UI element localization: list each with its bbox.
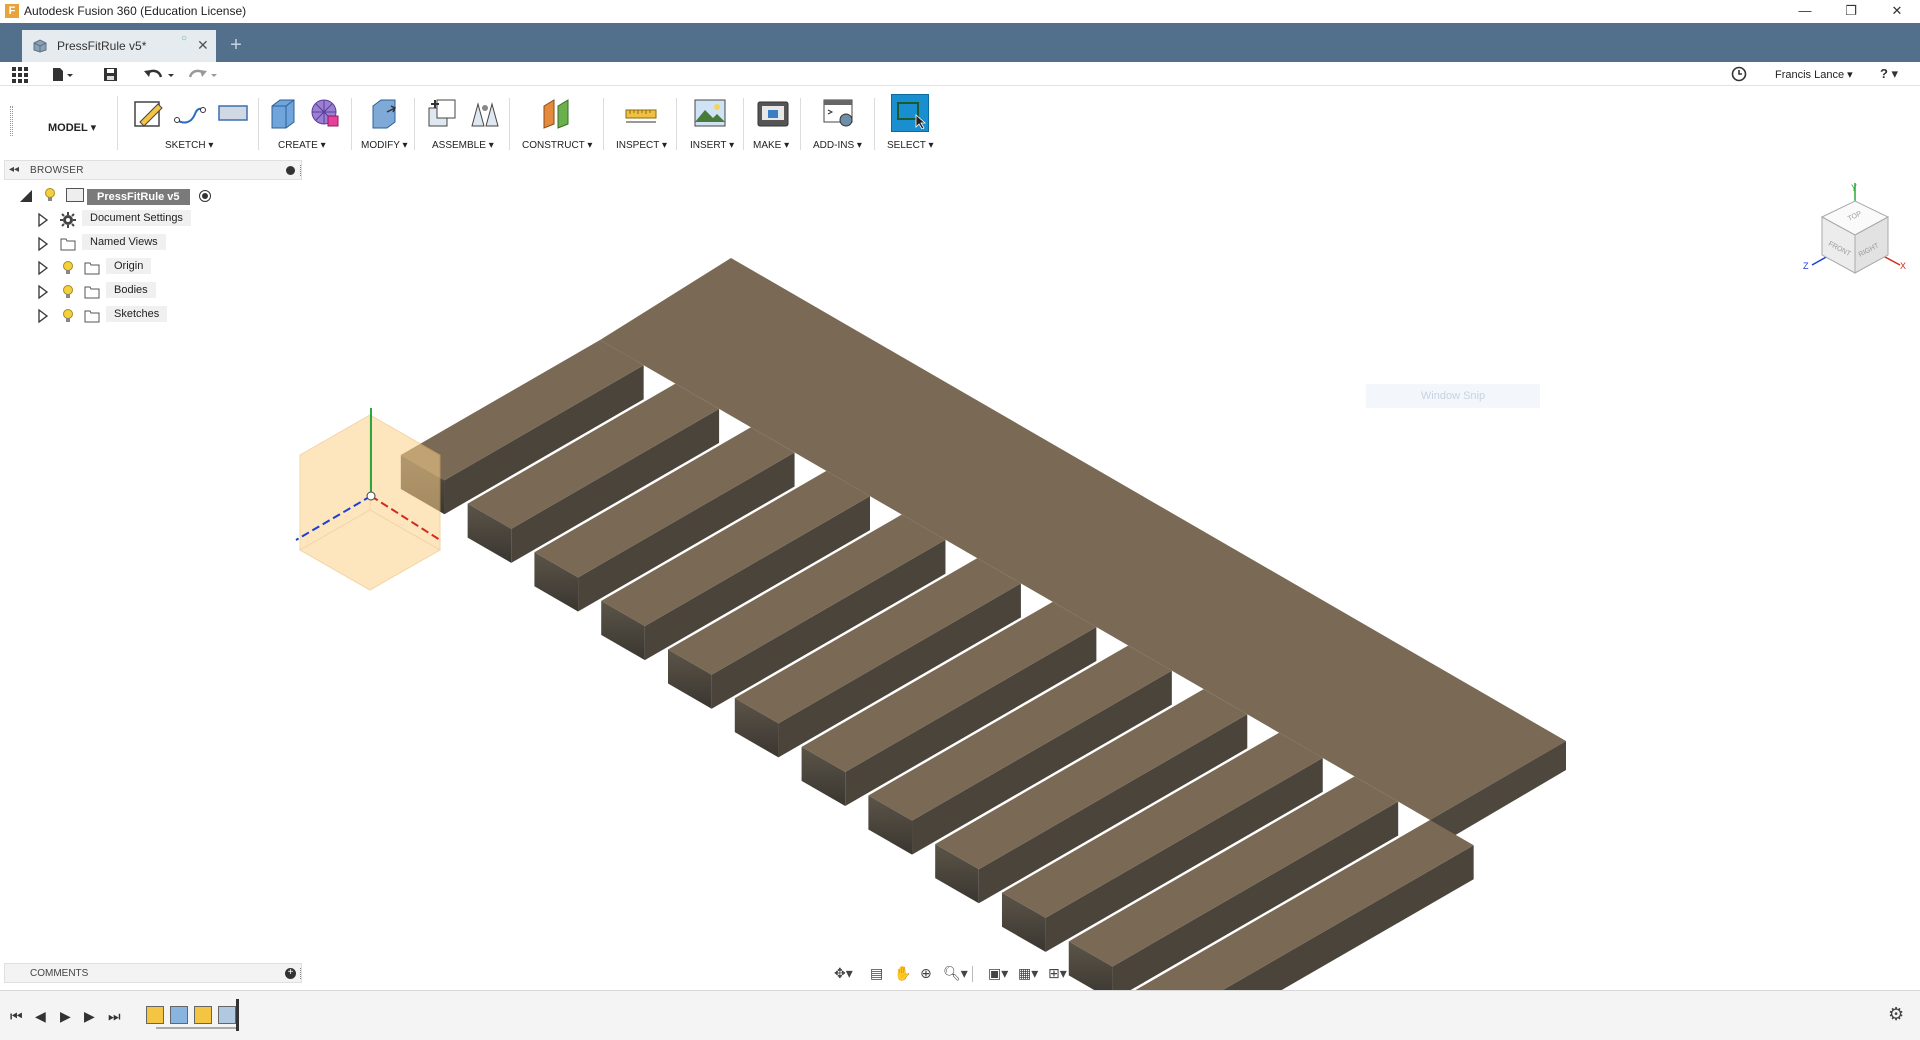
browser-item-document-settings[interactable]: Document Settings: [82, 210, 191, 226]
step-forward-icon[interactable]: ▶: [84, 1008, 95, 1025]
browser-options-icon[interactable]: [286, 166, 295, 175]
timeline-sketch-icon[interactable]: [194, 1006, 212, 1024]
panel-resize-handle[interactable]: [300, 968, 302, 979]
timeline-marker[interactable]: [236, 999, 239, 1031]
file-menu-icon[interactable]: [52, 67, 74, 82]
grid-snap-icon[interactable]: ▦▾: [1018, 965, 1038, 982]
canvas-viewport[interactable]: Window Snip TOP FRONT RIGHT Y X Z: [0, 86, 1920, 990]
minimize-button[interactable]: —: [1782, 0, 1828, 23]
viewports-icon[interactable]: ⊞▾: [1048, 965, 1067, 982]
viewcube-x-axis-label: X: [1900, 261, 1906, 271]
component-icon: [66, 188, 84, 202]
redo-icon[interactable]: [186, 67, 218, 82]
step-back-icon[interactable]: ◀: [35, 1008, 46, 1025]
display-settings-icon[interactable]: ▣▾: [988, 965, 1008, 982]
expand-arrow-icon[interactable]: [38, 212, 49, 228]
browser-item-named-views[interactable]: Named Views: [82, 234, 166, 250]
fit-icon[interactable]: 🔍︎▾: [943, 965, 968, 982]
expand-arrow-icon[interactable]: [38, 284, 49, 300]
go-to-start-icon[interactable]: ⏮: [10, 1008, 23, 1025]
browser-item-bodies[interactable]: Bodies: [106, 282, 156, 298]
folder-icon: [84, 310, 100, 323]
browser-item-sketches[interactable]: Sketches: [106, 306, 168, 322]
zoom-icon[interactable]: ⊕: [920, 965, 932, 982]
new-tab-button[interactable]: +: [222, 33, 250, 59]
help-menu-icon[interactable]: ? ▾: [1880, 66, 1898, 82]
look-at-icon[interactable]: ▤: [870, 965, 883, 982]
close-window-button[interactable]: ✕: [1874, 0, 1920, 23]
browser-item-origin[interactable]: Origin: [106, 258, 152, 274]
play-icon[interactable]: ▶: [60, 1008, 71, 1025]
job-status-clock-icon[interactable]: [1731, 66, 1747, 82]
comments-panel[interactable]: COMMENTS +: [4, 963, 302, 983]
visibility-bulb-icon[interactable]: [63, 309, 73, 323]
browser-panel-header[interactable]: ◂◂ BROWSER: [4, 160, 302, 180]
navigation-bar: ✥▾ ▤ ✋ ⊕ 🔍︎▾ ▣▾ ▦▾ ⊞▾: [830, 962, 1080, 986]
undo-icon[interactable]: [143, 67, 175, 82]
visibility-bulb-icon[interactable]: [63, 285, 73, 299]
visibility-bulb-icon[interactable]: [63, 261, 73, 275]
timeline-cut-icon[interactable]: [218, 1006, 236, 1024]
title-bar: F Autodesk Fusion 360 (Education License…: [0, 0, 1920, 23]
expand-arrow-icon[interactable]: [38, 236, 49, 252]
browser-title: BROWSER: [30, 165, 84, 176]
document-tab-label: PressFitRule v5*: [57, 39, 147, 53]
root-expand-arrow[interactable]: [20, 190, 32, 202]
window-snip-tooltip: Window Snip: [1366, 384, 1540, 408]
viewcube-z-axis-label: Z: [1803, 261, 1809, 271]
folder-icon: [60, 238, 76, 251]
document-tab-strip: PressFitRule v5* ○ ✕ +: [0, 23, 1920, 62]
gear-icon: [60, 212, 76, 228]
timeline-extrude-icon[interactable]: [170, 1006, 188, 1024]
close-tab-button[interactable]: ✕: [197, 37, 209, 54]
design-document-icon: [33, 39, 47, 53]
timeline-bar: ⏮ ◀ ▶ ▶ ⏭ ⚙: [0, 990, 1920, 1040]
expand-arrow-icon[interactable]: [38, 308, 49, 324]
data-panel-grid-icon[interactable]: [12, 67, 28, 83]
user-account-menu[interactable]: Francis Lance ▾: [1775, 68, 1853, 81]
visibility-bulb-icon[interactable]: [45, 188, 55, 202]
pan-icon[interactable]: ✋: [894, 965, 911, 982]
timeline-track: [156, 1027, 238, 1029]
viewcube[interactable]: TOP FRONT RIGHT Y X Z: [1800, 181, 1910, 291]
cloud-sync-icon: ○: [181, 33, 188, 44]
timeline-settings-gear-icon[interactable]: ⚙: [1888, 1004, 1904, 1025]
save-icon[interactable]: [103, 67, 118, 82]
press-fit-rule-model[interactable]: [0, 86, 1920, 990]
window-title: Autodesk Fusion 360 (Education License): [24, 4, 247, 18]
quick-access-bar: Francis Lance ▾ ? ▾: [0, 62, 1920, 86]
add-comment-icon[interactable]: +: [285, 968, 296, 979]
root-component-label[interactable]: PressFitRule v5: [87, 189, 190, 205]
timeline-sketch-icon[interactable]: [146, 1006, 164, 1024]
panel-resize-handle[interactable]: [300, 165, 302, 176]
folder-icon: [84, 286, 100, 299]
folder-icon: [84, 262, 100, 275]
collapse-panel-icon[interactable]: ◂◂: [9, 164, 19, 175]
comments-title: COMMENTS: [30, 968, 89, 979]
restore-button[interactable]: ❐: [1828, 0, 1874, 23]
viewcube-y-axis-label: Y: [1851, 183, 1857, 193]
document-tab[interactable]: PressFitRule v5* ○ ✕: [22, 30, 216, 62]
comb-body: [400, 258, 1566, 990]
navbar-separator: [972, 966, 973, 982]
go-to-end-icon[interactable]: ⏭: [108, 1008, 121, 1025]
expand-arrow-icon[interactable]: [38, 260, 49, 276]
activate-component-radio[interactable]: [199, 190, 211, 202]
fusion-logo-icon: F: [5, 4, 19, 18]
orbit-icon[interactable]: ✥▾: [834, 965, 853, 982]
